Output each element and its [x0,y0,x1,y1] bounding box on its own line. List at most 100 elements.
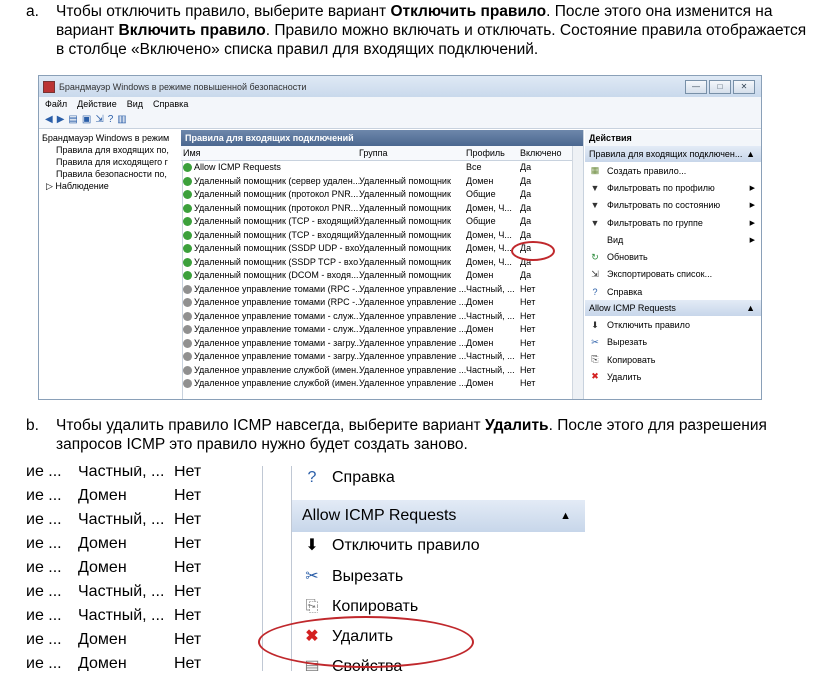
rule-enabled-icon [183,190,192,200]
maximize-button[interactable]: □ [709,80,731,94]
menu-file[interactable]: Файл [45,99,67,109]
actions-section-rule[interactable]: Allow ICMP Requests ▲ [585,300,761,317]
rule-group: Удаленный помощник [359,216,451,226]
tree-item-monitoring-label[interactable]: Наблюдение [55,181,108,191]
export-toolbar-icon[interactable]: ⇲ [95,114,103,125]
window-body: Брандмауэр Windows в режим Правила для в… [39,130,761,399]
actions-section-inbound[interactable]: Правила для входящих подключен... ▲ [585,146,761,162]
table-row[interactable]: Удаленный помощник (TCP - входящий) Удале… [181,215,583,229]
zoomed-action-cut[interactable]: ✂ Вырезать [302,562,403,592]
rule-profile: Частный, ... [466,310,515,321]
table-row[interactable]: Удаленное управление томами - загру... Уд… [181,337,583,351]
rule-disabled-icon [183,379,192,389]
column-enabled[interactable]: Включено [520,146,570,160]
rule-name-label: Удаленное управление томами (RPC -... [194,297,359,307]
action-item[interactable]: ⬇ Отключить правило [585,316,761,333]
column-group[interactable]: Группа [359,146,466,160]
action-item[interactable]: Вид ▶ [585,231,761,248]
tree-item-outbound[interactable]: Правила для исходящего г [42,157,182,169]
menu-help[interactable]: Справка [153,99,188,109]
tree-item-security[interactable]: Правила безопасности по, [42,169,182,181]
rule-enabled: Да [520,202,532,213]
zoom-row-enabled: Нет [174,466,202,480]
rule-profile: Частный, ... [466,364,515,375]
table-row[interactable]: Удаленное управление службой (имен... Уда… [181,364,583,378]
zoomed-action-help[interactable]: ? Справка [302,466,395,493]
column-profile[interactable]: Профиль [466,146,520,160]
zoomed-section-rule[interactable]: Allow ICMP Requests ▲ [292,500,585,532]
action-item[interactable]: ⎘ Копировать [585,351,761,368]
folder-icon[interactable]: ▤ [68,114,77,125]
action-item[interactable]: ✂ Вырезать [585,334,761,351]
rule-name-label: Удаленный помощник (SSDP UDP - вхо... [194,243,359,253]
help-toolbar-icon[interactable]: ? [108,114,114,125]
table-row[interactable]: Удаленный помощник (протокол PNR... Удале… [181,188,583,202]
action-item[interactable]: ✖ Удалить [585,368,761,385]
actions-pane: Действия Правила для входящих подключен.… [585,130,761,399]
rule-group: Удаленное управление ... [359,364,466,375]
tree-item-inbound[interactable]: Правила для входящих по, [42,145,182,157]
firewall-window-screenshot: Брандмауэр Windows в режиме повышенной б… [38,75,762,400]
action-label: Создать правило... [607,165,687,176]
rule-group: Удаленный помощник [359,175,451,186]
rule-group: Удаленное управление ... [359,297,466,307]
action-item[interactable]: ▼ Фильтровать по профилю ▶ [585,179,761,196]
close-button[interactable]: ✕ [733,80,755,94]
zoomed-action-help-label: Справка [332,469,395,486]
expand-arrow-icon[interactable]: ▷ [46,181,55,191]
delete-icon: ✖ [591,371,599,382]
action-item[interactable]: ↻ Обновить [585,248,761,265]
action-item[interactable]: ⇲ Экспортировать список... [585,266,761,283]
rules-scrollbar[interactable] [572,146,583,399]
rules-column-headers: Имя Группа Профиль Включено [181,146,583,161]
table-row[interactable]: Удаленный помощник (протокол PNR... Удале… [181,202,583,216]
console-icon[interactable]: ▣ [82,114,91,125]
collapse-icon[interactable]: ▲ [746,146,755,162]
table-row[interactable]: Удаленное управление томами (RPC -... Уда… [181,283,583,297]
rule-name: Удаленный помощник (TCP - входящий) [181,215,359,229]
table-row[interactable]: Удаленное управление томами - служ... Уда… [181,310,583,324]
table-row[interactable]: Allow ICMP Requests Все Да [181,161,583,175]
rule-profile: Домен [466,324,494,334]
action-item[interactable]: ? Справка [585,283,761,300]
rule-group [359,161,466,175]
rules-list: Allow ICMP Requests Все Да Удаленный помощн… [181,161,583,391]
back-arrow-icon[interactable]: ◀ [45,114,53,125]
collapse-icon[interactable]: ▲ [560,500,571,532]
copy-icon: ⎘ [591,354,599,365]
rule-name-label: Удаленное управление службой (имен... [194,378,359,388]
zoom-row-enabled: Нет [174,559,202,576]
zoomed-action-disable[interactable]: ⬇ Отключить правило [302,531,479,561]
menu-action[interactable]: Действие [77,99,117,109]
table-row[interactable]: Удаленный помощник (DCOM - входя... Удале… [181,269,583,283]
rule-profile: Частный, ... [466,283,515,294]
minimize-button[interactable]: — [685,80,707,94]
tree-item-root[interactable]: Брандмауэр Windows в режим [42,133,182,145]
rule-name: Удаленное управление томами - загру... [181,350,359,364]
table-row[interactable]: Удаленное управление томами - служ... Уда… [181,323,583,337]
column-name[interactable]: Имя [181,146,359,160]
zoom-row-profile: Частный, ... [78,583,165,600]
table-row[interactable]: Удаленное управление службой (имен... Уда… [181,377,583,391]
action-item[interactable]: ▦ Создать правило... [585,162,761,179]
rule-enabled: Нет [520,378,536,388]
step-b-bold-1: Удалить [484,417,549,434]
rule-enabled-icon [183,230,192,240]
collapse-icon[interactable]: ▲ [746,300,755,316]
panel-toolbar-icon[interactable]: ▥ [117,114,126,125]
table-row[interactable]: Удаленный помощник (TCP - входящий) Удале… [181,229,583,243]
rule-group: Удаленный помощник [359,256,451,267]
menu-view[interactable]: Вид [127,99,143,109]
table-row[interactable]: Удаленное управление томами (RPC -... Уда… [181,296,583,310]
table-row[interactable]: Удаленный помощник (сервер удален... Удал… [181,175,583,189]
rule-name-label: Удаленное управление томами - служ... [194,310,359,321]
new-rule-icon: ▦ [590,165,600,176]
zoom-row-name: ие ... [26,583,62,600]
action-item[interactable]: ▼ Фильтровать по группе ▶ [585,214,761,231]
zoom-row-name: ие ... [26,511,62,528]
help-icon: ? [592,286,598,297]
filter-icon: ▼ [590,182,600,193]
forward-arrow-icon[interactable]: ▶ [57,114,65,125]
table-row[interactable]: Удаленное управление томами - загру... Уд… [181,350,583,364]
action-item[interactable]: ▼ Фильтровать по состоянию ▶ [585,197,761,214]
